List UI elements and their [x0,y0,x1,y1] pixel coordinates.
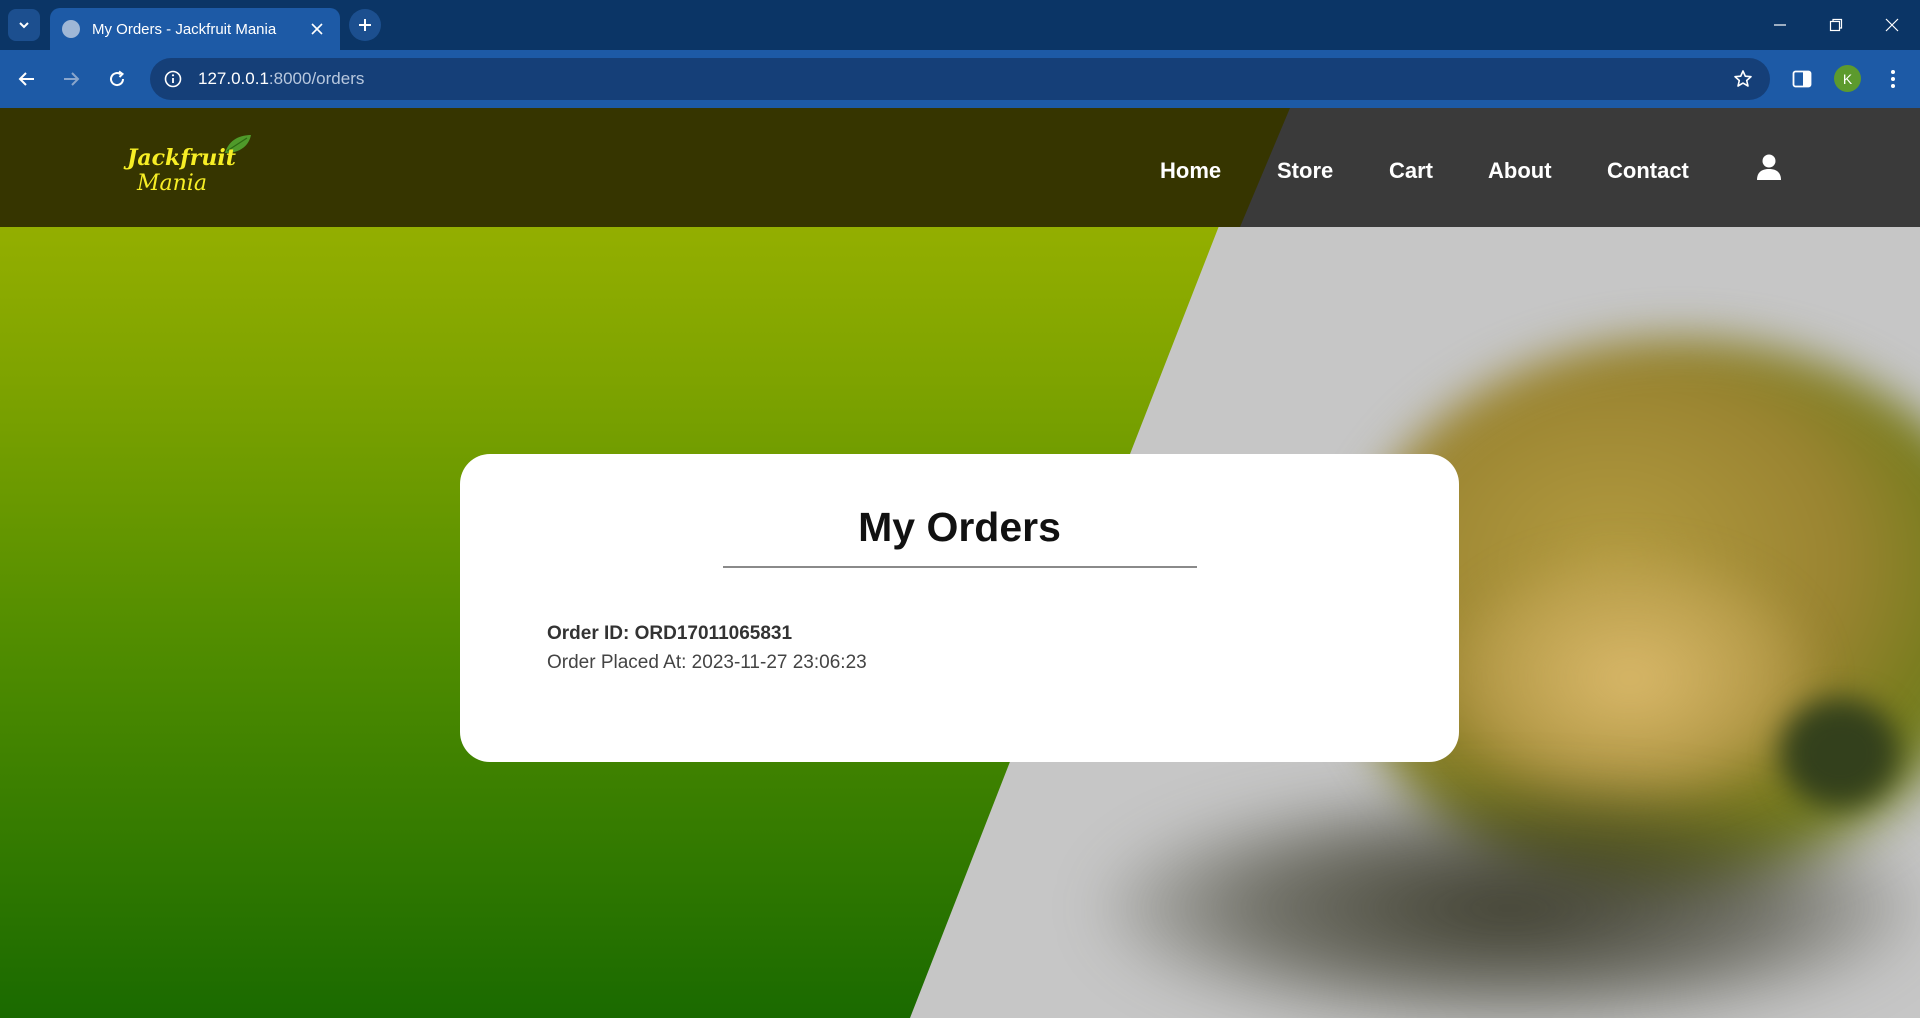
nav-store-link[interactable]: Store [1277,158,1333,184]
order-id: Order ID: ORD17011065831 [547,623,793,644]
order-placed-at: Order Placed At: 2023-11-27 23:06:23 [547,652,867,673]
site-info-icon[interactable] [156,62,190,96]
plus-icon [359,19,371,31]
bookmark-star-icon[interactable] [1730,66,1756,92]
reload-icon [110,70,125,87]
arrow-right-icon [64,72,80,86]
reload-button[interactable] [100,62,134,96]
arrow-left-icon [18,72,34,86]
logo-text-bottom: Mania [137,171,207,196]
new-tab-button[interactable] [349,9,381,41]
tab-title: My Orders - Jackfruit Mania [92,20,277,38]
browser-menu-button[interactable] [1876,62,1910,96]
side-panel-icon [1792,70,1812,88]
address-bar[interactable]: 127.0.0.1:8000/orders [150,58,1770,100]
url-host: 127.0.0.1 [198,69,269,88]
close-window-button[interactable] [1864,0,1920,50]
window-controls [1752,0,1920,50]
user-account-icon[interactable] [1756,153,1782,181]
profile-avatar[interactable]: K [1834,65,1861,92]
browser-tab-bar: My Orders - Jackfruit Mania [0,0,1920,50]
close-tab-icon[interactable] [306,18,328,40]
globe-icon [62,20,80,38]
side-panel-button[interactable] [1785,62,1819,96]
nav-about-link[interactable]: About [1488,158,1552,184]
nav-cart-link[interactable]: Cart [1389,158,1433,184]
page-viewport: Jackfruit Mania Home Store Cart About Co… [0,108,1920,1018]
nav-home-link[interactable]: Home [1160,158,1221,184]
tab-search-button[interactable] [8,9,40,41]
browser-toolbar: 127.0.0.1:8000/orders K [0,50,1920,108]
logo-text-top: Jackfruit [127,145,236,171]
url-path: :8000/orders [268,69,365,88]
close-icon [1885,18,1899,32]
back-button[interactable] [10,62,44,96]
site-header: Jackfruit Mania Home Store Cart About Co… [0,108,1920,227]
browser-tab[interactable]: My Orders - Jackfruit Mania [50,8,340,50]
url-text: 127.0.0.1:8000/orders [198,69,364,89]
site-logo[interactable]: Jackfruit Mania [125,133,260,203]
page-title: My Orders [858,504,1061,550]
restore-button[interactable] [1808,0,1864,50]
restore-icon [1829,18,1843,32]
forward-button[interactable] [54,62,88,96]
orders-card: My Orders Order ID: ORD17011065831 Order… [460,454,1459,762]
nav-contact-link[interactable]: Contact [1607,158,1689,184]
title-divider [723,566,1197,568]
minimize-icon [1774,24,1786,26]
minimize-button[interactable] [1752,0,1808,50]
more-vertical-icon [1891,70,1895,88]
chevron-down-icon [19,22,29,29]
